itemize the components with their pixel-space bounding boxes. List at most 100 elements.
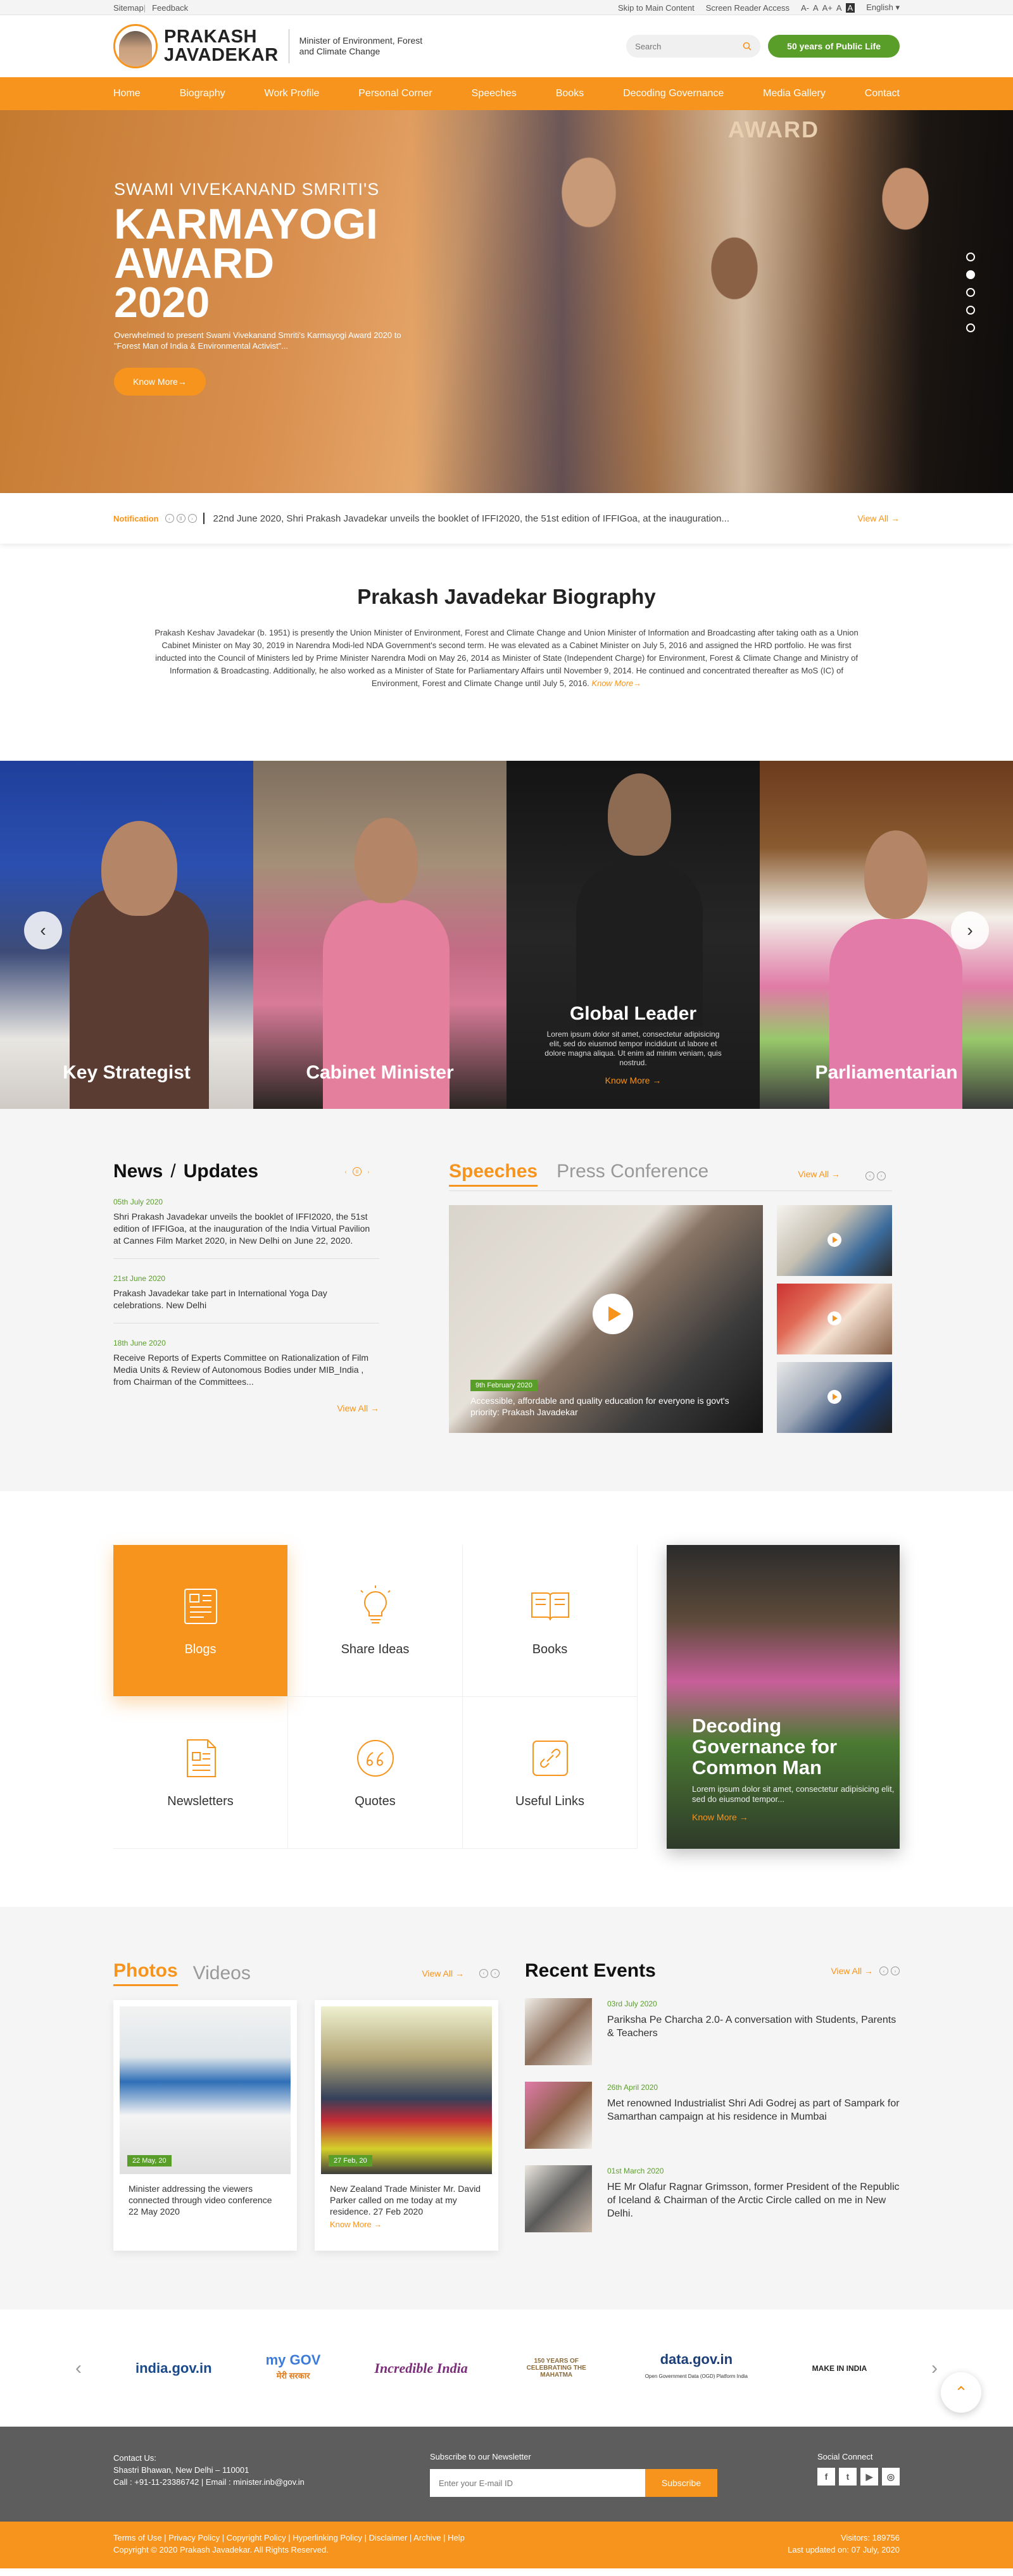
- prev-icon[interactable]: ‹: [879, 1966, 888, 1975]
- event-item[interactable]: 26th April 2020 Met renowned Industrialis…: [525, 2082, 900, 2149]
- event-item[interactable]: 03rd July 2020 Pariksha Pe Charcha 2.0- A…: [525, 1998, 900, 2065]
- partner-mygov[interactable]: my GOV मेरी सरकार: [266, 2353, 321, 2383]
- screen-reader-link[interactable]: Screen Reader Access: [706, 3, 790, 13]
- nav-speeches[interactable]: Speeches: [472, 88, 517, 99]
- photos-column: Photos Videos View All → ‹ › 22 May, 20 M…: [113, 1960, 500, 2251]
- partner-150-years[interactable]: 150 YEARS OF CELEBRATING THE MAHATMA: [522, 2358, 591, 2379]
- contrast-dark-button[interactable]: A: [845, 3, 855, 13]
- newsletter-email-input[interactable]: [430, 2469, 645, 2497]
- event-item[interactable]: 01st March 2020 HE Mr Olafur Ragnar Grims…: [525, 2165, 900, 2232]
- skip-to-content-link[interactable]: Skip to Main Content: [618, 3, 695, 13]
- nav-personal-corner[interactable]: Personal Corner: [358, 88, 432, 99]
- strip-prev-arrow-icon[interactable]: ‹: [24, 911, 62, 949]
- tab-speeches[interactable]: Speeches: [449, 1161, 538, 1187]
- play-icon[interactable]: [827, 1311, 841, 1325]
- notification-text[interactable]: 22nd June 2020, Shri Prakash Javadekar u…: [213, 513, 730, 524]
- contrast-light-button[interactable]: A: [836, 3, 842, 13]
- youtube-icon[interactable]: ▶: [860, 2468, 878, 2485]
- speech-thumbnail[interactable]: [777, 1205, 892, 1276]
- partners-next-icon[interactable]: ›: [931, 2358, 938, 2379]
- next-icon[interactable]: ›: [877, 1171, 886, 1180]
- play-icon[interactable]: [827, 1390, 841, 1404]
- tile-useful-links[interactable]: Useful Links: [463, 1697, 638, 1849]
- pause-icon[interactable]: II: [176, 514, 186, 523]
- language-select[interactable]: English ▾: [866, 3, 900, 13]
- tile-books[interactable]: Books: [463, 1545, 638, 1697]
- tab-photos[interactable]: Photos: [113, 1960, 178, 1986]
- prev-icon[interactable]: ‹: [341, 1167, 350, 1176]
- prev-icon[interactable]: ‹: [865, 1171, 874, 1180]
- partner-incredible-india[interactable]: Incredible India: [374, 2360, 467, 2377]
- subscribe-button[interactable]: Subscribe: [645, 2469, 717, 2497]
- public-life-button[interactable]: 50 years of Public Life: [768, 35, 900, 58]
- twitter-icon[interactable]: t: [839, 2468, 857, 2485]
- slider-dot-3[interactable]: [966, 288, 975, 297]
- photos-view-all-link[interactable]: View All →: [422, 1968, 464, 1979]
- speeches-view-all-link[interactable]: View All →: [798, 1169, 840, 1179]
- role-panel-cabinet-minister[interactable]: Cabinet Minister: [253, 761, 507, 1109]
- news-item[interactable]: 18th June 2020 Receive Reports of Experts…: [113, 1337, 379, 1399]
- role-panel-global-leader[interactable]: Global Leader Lorem ipsum dolor sit amet…: [507, 761, 760, 1109]
- tile-share-ideas[interactable]: Share Ideas: [288, 1545, 463, 1697]
- prev-icon[interactable]: ‹: [165, 514, 174, 523]
- play-icon[interactable]: [827, 1233, 841, 1247]
- biography-know-more-link[interactable]: Know More→: [591, 678, 641, 688]
- nav-biography[interactable]: Biography: [180, 88, 225, 99]
- role-know-more-link[interactable]: Know More →: [605, 1075, 662, 1085]
- partner-india-gov[interactable]: india.gov.in: [135, 2360, 212, 2377]
- decoding-governance-card[interactable]: Decoding Governance for Common Man Lorem…: [667, 1545, 900, 1849]
- tile-blogs[interactable]: Blogs: [113, 1545, 288, 1697]
- next-icon[interactable]: ›: [491, 1968, 500, 1978]
- tile-quotes[interactable]: Quotes: [288, 1697, 463, 1849]
- slider-dot-2[interactable]: [966, 270, 975, 279]
- font-normal-button[interactable]: A: [813, 3, 819, 13]
- search-input[interactable]: [635, 41, 731, 51]
- speech-thumbnail[interactable]: [777, 1362, 892, 1433]
- news-view-all-link[interactable]: View All →: [113, 1403, 379, 1413]
- next-icon[interactable]: ›: [364, 1167, 373, 1176]
- instagram-icon[interactable]: ◎: [882, 2468, 900, 2485]
- nav-decoding-governance[interactable]: Decoding Governance: [623, 88, 724, 99]
- strip-next-arrow-icon[interactable]: ›: [951, 911, 989, 949]
- tab-press-conference[interactable]: Press Conference: [557, 1161, 708, 1182]
- tab-videos[interactable]: Videos: [193, 1963, 251, 1984]
- pause-icon[interactable]: II: [353, 1167, 362, 1176]
- nav-media-gallery[interactable]: Media Gallery: [763, 88, 826, 99]
- notification-view-all-link[interactable]: View All →: [857, 513, 900, 523]
- news-item[interactable]: 21st June 2020 Prakash Javadekar take par…: [113, 1273, 379, 1323]
- speech-thumbnail[interactable]: [777, 1284, 892, 1354]
- slider-dot-5[interactable]: [966, 323, 975, 332]
- feedback-link[interactable]: Feedback: [152, 3, 188, 13]
- tile-newsletters[interactable]: Newsletters: [113, 1697, 288, 1849]
- nav-work-profile[interactable]: Work Profile: [265, 88, 320, 99]
- events-view-all-link[interactable]: View All →: [831, 1966, 873, 1976]
- partner-make-in-india[interactable]: MAKE IN INDIA: [802, 2364, 878, 2373]
- slider-dot-4[interactable]: [966, 306, 975, 315]
- next-icon[interactable]: ›: [187, 514, 197, 523]
- featured-speech-video[interactable]: 9th February 2020 Accessible, affordable…: [449, 1205, 763, 1433]
- nav-books[interactable]: Books: [556, 88, 584, 99]
- news-item[interactable]: 05th July 2020 Shri Prakash Javadekar unv…: [113, 1196, 379, 1259]
- nav-contact[interactable]: Contact: [865, 88, 900, 99]
- logo-portrait[interactable]: [113, 24, 158, 68]
- slider-dot-1[interactable]: [966, 253, 975, 261]
- play-icon[interactable]: [593, 1294, 633, 1334]
- nav-home[interactable]: Home: [113, 88, 141, 99]
- facebook-icon[interactable]: f: [817, 2468, 835, 2485]
- footer-policy-links[interactable]: Terms of Use | Privacy Policy | Copyrigh…: [113, 2532, 465, 2544]
- photo-know-more-link[interactable]: Know More →: [330, 2220, 483, 2229]
- photo-card[interactable]: 27 Feb, 20 New Zealand Trade Minister Mr…: [315, 2000, 498, 2251]
- font-increase-button[interactable]: A+: [822, 3, 833, 13]
- next-icon[interactable]: ›: [891, 1966, 900, 1975]
- decoding-know-more-link[interactable]: Know More →: [692, 1812, 748, 1822]
- prev-icon[interactable]: ‹: [479, 1968, 488, 1978]
- search-icon[interactable]: [743, 42, 752, 51]
- font-decrease-button[interactable]: A-: [801, 3, 809, 13]
- sitemap-link[interactable]: Sitemap: [113, 3, 144, 13]
- photo-card[interactable]: 22 May, 20 Minister addressing the viewe…: [113, 2000, 297, 2251]
- site-logo[interactable]: PRAKASH JAVADEKAR: [164, 28, 279, 65]
- hero-know-more-button[interactable]: Know More→: [114, 368, 206, 396]
- partners-prev-icon[interactable]: ‹: [75, 2358, 82, 2379]
- scroll-to-top-icon[interactable]: ⌃: [941, 2372, 981, 2413]
- partner-data-gov[interactable]: data.gov.in Open Government Data (OGD) Pl…: [645, 2353, 748, 2384]
